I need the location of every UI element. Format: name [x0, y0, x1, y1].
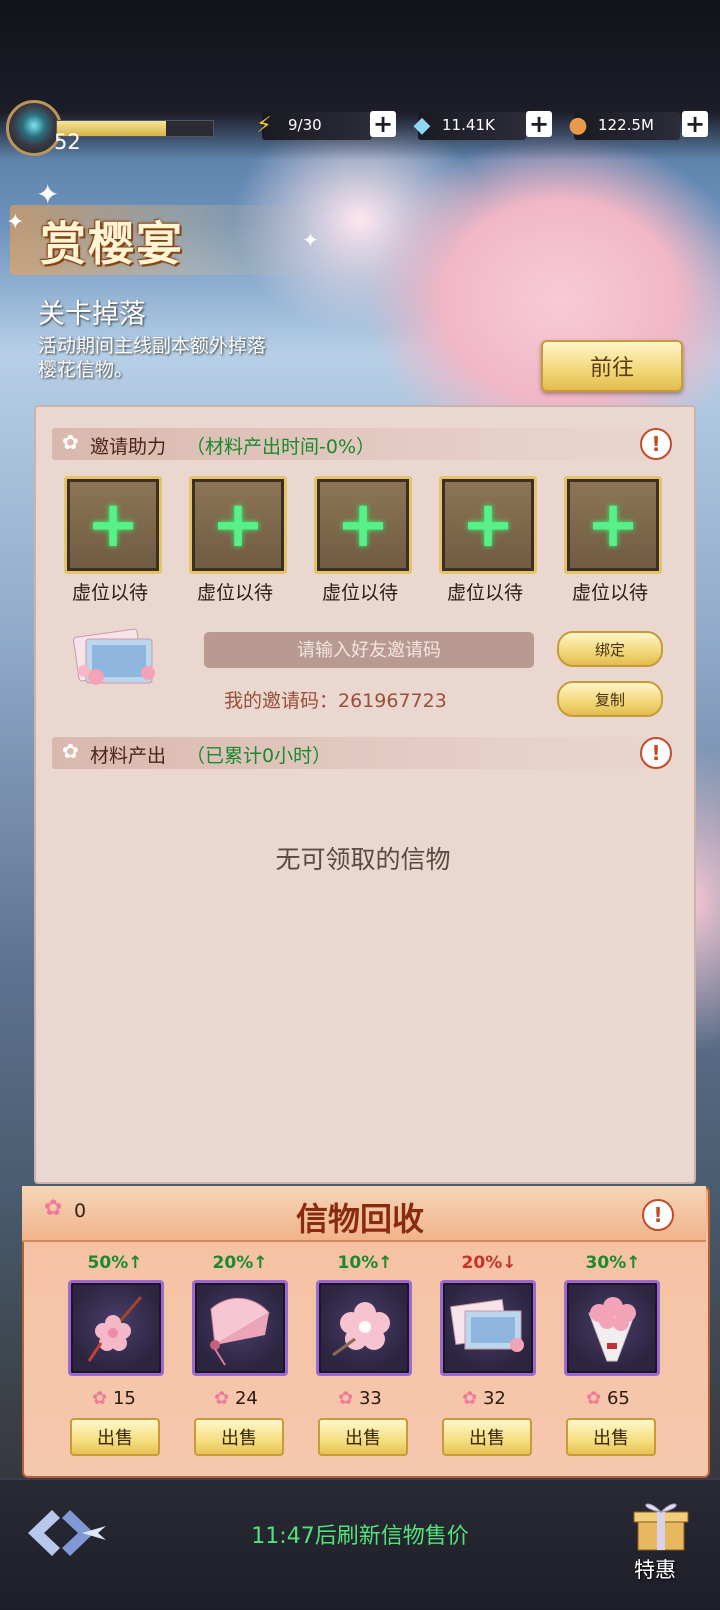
invite-section-note: （材料产出时间-0%） — [186, 436, 375, 458]
bind-button[interactable]: 绑定 — [557, 631, 663, 667]
goto-button[interactable]: 前往 — [541, 340, 683, 392]
item-price: ✿ 32 — [434, 1388, 534, 1409]
item-price-value: 32 — [482, 1388, 506, 1409]
player-level: 52 — [54, 130, 81, 154]
plus-icon: + — [211, 488, 265, 562]
energy-value: 9/30 — [288, 116, 322, 134]
add-gems-button[interactable]: + — [526, 111, 552, 137]
petal-icon: ✿ — [214, 1388, 235, 1409]
event-title: 赏樱宴 — [40, 217, 184, 271]
petal-icon: ✿ — [586, 1388, 607, 1409]
plus-icon: + — [86, 488, 140, 562]
event-subtitle: 关卡掉落 — [38, 299, 146, 330]
material-section-note: （已累计0小时） — [186, 745, 332, 767]
invite-slot-label: 虚位以待 — [571, 582, 648, 604]
invite-code-input[interactable] — [204, 632, 534, 668]
material-section-label: 材料产出 — [90, 745, 167, 767]
postcards-icon — [450, 1299, 524, 1352]
item-price-value: 33 — [358, 1388, 382, 1409]
invite-slot[interactable]: + — [439, 476, 537, 574]
price-change: 20%↓ — [461, 1253, 517, 1273]
item-price-value: 65 — [606, 1388, 630, 1409]
flower-icon: ✿ — [62, 430, 79, 454]
invite-slot[interactable]: + — [564, 476, 662, 574]
diamond-icon: ◆ — [413, 112, 431, 138]
postcards-item[interactable] — [440, 1280, 536, 1376]
empty-material-text: 无可领取的信物 — [275, 845, 451, 874]
flower-bouquet-icon — [588, 1297, 636, 1362]
flower-icon: ✿ — [62, 739, 79, 763]
add-coins-button[interactable]: + — [682, 111, 708, 137]
price-change: 10%↑ — [337, 1253, 393, 1273]
coin-icon: ● — [568, 112, 588, 138]
plus-icon: + — [461, 488, 515, 562]
price-change: 30%↑ — [585, 1253, 641, 1273]
invite-slot[interactable]: + — [189, 476, 287, 574]
sakura-charm-icon — [87, 1296, 143, 1362]
invite-info-icon[interactable]: ! — [640, 428, 672, 460]
price-refresh-timer: 11:47后刷新信物售价 — [251, 1524, 469, 1549]
folding-fan-item[interactable] — [192, 1280, 288, 1376]
gem-value: 11.41K — [442, 116, 495, 134]
special-deal-label[interactable]: 特惠 — [634, 1554, 676, 1584]
lightning-icon: ⚡ — [256, 112, 272, 138]
sparkle-icon: ✦ — [302, 228, 319, 252]
copy-button[interactable]: 复制 — [557, 681, 663, 717]
invite-section-label: 邀请助力 — [90, 436, 167, 458]
coin-value: 122.5M — [598, 116, 654, 134]
gift-box-icon[interactable] — [626, 1494, 696, 1554]
event-description: 活动期间主线副本额外掉落樱花信物。 — [38, 335, 267, 381]
item-price: ✿ 33 — [310, 1388, 410, 1409]
sell-button[interactable]: 出售 — [566, 1418, 656, 1456]
petal-icon: ✿ — [338, 1388, 359, 1409]
price-change: 20%↑ — [212, 1253, 268, 1273]
sell-button[interactable]: 出售 — [194, 1418, 284, 1456]
sell-button[interactable]: 出售 — [318, 1418, 408, 1456]
sparkle-icon: ✦ — [6, 210, 25, 235]
sell-button[interactable]: 出售 — [70, 1418, 160, 1456]
invite-slot-label: 虚位以待 — [71, 582, 148, 604]
folding-fan-icon — [210, 1297, 270, 1366]
item-price-value: 15 — [112, 1388, 136, 1409]
recycle-info-icon[interactable]: ! — [642, 1199, 674, 1231]
sparkle-icon: ✦ — [36, 178, 60, 211]
invite-slot[interactable]: + — [314, 476, 412, 574]
recycle-title: 信物回收 — [295, 1200, 424, 1238]
invite-slot-label: 虚位以待 — [196, 582, 273, 604]
item-price: ✿ 15 — [64, 1388, 164, 1409]
petal-icon: ✿ — [462, 1388, 483, 1409]
invite-slot-label: 虚位以待 — [321, 582, 398, 604]
item-price: ✿ 24 — [186, 1388, 286, 1409]
sell-button[interactable]: 出售 — [442, 1418, 532, 1456]
my-invite-code: 我的邀请码：261967723 — [224, 690, 447, 712]
sakura-hairpin-icon — [332, 1302, 390, 1357]
sakura-charm-item[interactable] — [68, 1280, 164, 1376]
price-change: 50%↑ — [87, 1253, 143, 1273]
material-info-icon[interactable]: ! — [640, 737, 672, 769]
invite-slot[interactable]: + — [64, 476, 162, 574]
item-price: ✿ 65 — [558, 1388, 658, 1409]
plus-icon: + — [336, 488, 390, 562]
sakura-hairpin-item[interactable] — [316, 1280, 412, 1376]
plus-icon: + — [586, 488, 640, 562]
petal-icon: ✿ — [92, 1388, 113, 1409]
add-energy-button[interactable]: + — [370, 111, 396, 137]
invite-slot-label: 虚位以待 — [446, 582, 523, 604]
sakura-postcard-icon — [73, 628, 155, 685]
flower-bouquet-item[interactable] — [564, 1280, 660, 1376]
item-price-value: 24 — [234, 1388, 258, 1409]
